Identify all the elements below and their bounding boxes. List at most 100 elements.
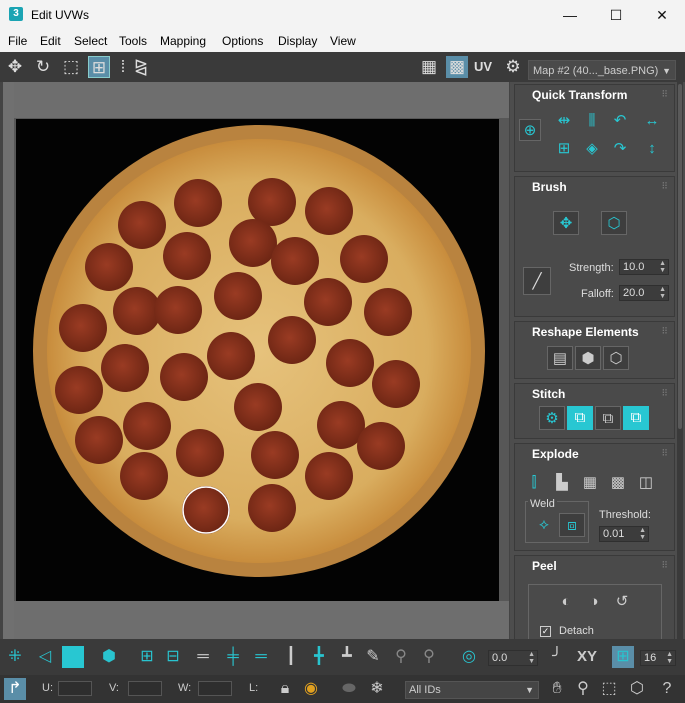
align-to-grid-icon[interactable]: ◈ <box>579 137 605 161</box>
space-horizontal-icon[interactable]: ↔ <box>639 109 665 133</box>
grip-icon: ⠿ <box>661 326 668 336</box>
menu-display[interactable]: Display <box>278 34 317 48</box>
element-mode-icon[interactable]: ⬢ <box>98 646 120 668</box>
grow-selection-icon[interactable]: ⊞ <box>136 646 158 668</box>
stitch-custom-icon[interactable]: ⚙ <box>539 406 565 430</box>
zoom-extents-icon[interactable]: ⬡ <box>626 678 648 700</box>
stitch-title[interactable]: Stitch <box>532 387 565 401</box>
break-by-polygon-icon[interactable]: ⫿ <box>521 471 547 495</box>
detach-checkbox[interactable]: ✓ <box>540 626 551 637</box>
w-field[interactable] <box>198 681 232 696</box>
u-field[interactable] <box>58 681 92 696</box>
strength-spinner[interactable]: 10.0 ▲ ▼ <box>619 259 669 275</box>
quick-peel-icon[interactable]: ◐ <box>553 590 579 614</box>
vertex-mode-icon[interactable]: ⁜ <box>4 646 26 668</box>
grid-snap-icon[interactable]: ⊞ <box>612 646 634 668</box>
weld-target-icon[interactable]: ⧈ <box>559 513 585 537</box>
pan-icon[interactable]: ✋︎ <box>546 678 568 700</box>
minimize-button[interactable]: — <box>547 0 593 30</box>
hide-icon[interactable]: ⬬ <box>338 678 360 700</box>
grid-spinner[interactable]: 16 ▲ ▼ <box>640 650 676 666</box>
ids-select[interactable]: All IDs ▼ <box>405 681 539 699</box>
space-vertical-icon[interactable]: ↕ <box>639 137 665 161</box>
shrink-selection-icon[interactable]: ⊟ <box>162 646 184 668</box>
ring-grow-icon[interactable]: ╋ <box>308 646 330 668</box>
menu-mapping[interactable]: Mapping <box>160 34 206 48</box>
xy-label[interactable]: XY <box>574 646 600 668</box>
reshape-title[interactable]: Reshape Elements <box>532 325 639 339</box>
edge-loop-icon[interactable]: ═ <box>192 646 214 668</box>
align-left-icon[interactable]: ⊞ <box>551 137 577 161</box>
threshold-spinner[interactable]: 0.01 ▲ ▼ <box>599 526 649 542</box>
align-vertical-icon[interactable]: ⫼ <box>579 109 605 133</box>
straighten-icon[interactable]: ▤ <box>547 346 573 370</box>
loop-grow-icon[interactable]: ═ <box>250 646 272 668</box>
freeze-icon[interactable]: ❄ <box>366 678 388 700</box>
checker-toggle-icon[interactable]: ▩ <box>446 56 468 78</box>
align-horizontal-icon[interactable]: ⇹ <box>551 109 577 133</box>
mirror-icon[interactable]: ⧎ <box>130 56 152 78</box>
checker-icon[interactable]: ▦ <box>418 56 440 78</box>
point-to-point-icon[interactable]: ┃ <box>280 646 302 668</box>
zoom-icon[interactable]: ⚲ <box>572 678 594 700</box>
lock-icon[interactable]: 🔒︎ <box>274 678 296 700</box>
move-icon[interactable]: ✥ <box>4 56 26 78</box>
stitch-source-icon[interactable]: ⧉ <box>623 406 649 430</box>
menu-tools[interactable]: Tools <box>119 34 147 48</box>
stitch-target-icon[interactable]: ⧉ <box>567 406 593 430</box>
falloff-curve-icon[interactable]: ╯ <box>546 646 568 668</box>
show-hidden-icon[interactable]: ◉ <box>300 678 322 700</box>
edge-ring-icon[interactable]: ╪ <box>222 646 244 668</box>
menu-view[interactable]: View <box>330 34 356 48</box>
break-by-smoothing-icon[interactable]: ▙ <box>549 471 575 495</box>
paint-select-icon[interactable]: ✎ <box>362 646 384 668</box>
align-center-icon[interactable]: ⊕ <box>519 119 541 141</box>
paint-grow-icon[interactable]: ⚲ <box>390 646 412 668</box>
ring-shrink-icon[interactable]: ┻ <box>336 646 358 668</box>
v-field[interactable] <box>128 681 162 696</box>
break-icon[interactable]: ◫ <box>633 471 659 495</box>
break-by-material-icon[interactable]: ▦ <box>577 471 603 495</box>
relax-icon[interactable]: ⬢ <box>575 346 601 370</box>
polygon-mode-icon[interactable] <box>62 646 84 668</box>
relax-brush-icon[interactable]: ⬡ <box>601 211 627 235</box>
panel-scroll-thumb[interactable] <box>678 84 682 429</box>
edge-mode-icon[interactable]: ◁ <box>34 646 56 668</box>
reset-peel-icon[interactable]: ↺ <box>609 590 635 614</box>
soft-select-icon[interactable]: ◎ <box>458 646 480 668</box>
settings-icon[interactable]: ⚙ <box>502 56 524 78</box>
uv-label[interactable]: UV <box>472 56 494 78</box>
break-by-checker-icon[interactable]: ▩ <box>605 471 631 495</box>
soft-select-spinner[interactable]: 0.0 ▲ ▼ <box>488 650 538 666</box>
stitch-average-icon[interactable]: ⧉ <box>595 406 621 430</box>
freeform-icon[interactable]: ⊞ <box>88 56 110 78</box>
peel-title[interactable]: Peel <box>532 559 557 573</box>
falloff-spinner[interactable]: 20.0 ▲ ▼ <box>619 285 669 301</box>
paint-move-icon[interactable]: ✥ <box>553 211 579 235</box>
menu-select[interactable]: Select <box>74 34 107 48</box>
menu-edit[interactable]: Edit <box>40 34 61 48</box>
peel-mode-icon[interactable]: ◑ <box>581 590 607 614</box>
weld-selected-icon[interactable]: ⟡ <box>531 513 557 537</box>
rotate-icon[interactable]: ↻ <box>32 56 54 78</box>
paint-shrink-icon[interactable]: ⚲ <box>418 646 440 668</box>
falloff-curve-icon[interactable]: ╱ <box>523 267 551 295</box>
map-select[interactable]: Map #2 (40..._base.PNG) ▼ <box>528 60 676 80</box>
texture-canvas[interactable] <box>16 119 499 601</box>
rotate-cw-icon[interactable]: ↷ <box>607 137 633 161</box>
relax-settings-icon[interactable]: ⬡ <box>603 346 629 370</box>
explode-title[interactable]: Explode <box>532 447 579 461</box>
quick-transform-title[interactable]: Quick Transform <box>532 88 627 102</box>
menu-bar: File Edit Select Tools Mapping Options D… <box>0 30 685 53</box>
rotate-ccw-icon[interactable]: ↶ <box>607 109 633 133</box>
scale-icon[interactable]: ⬚ <box>60 56 82 78</box>
maximize-button[interactable]: ☐ <box>593 0 639 30</box>
absolute-offset-icon[interactable]: ↱ <box>4 678 26 700</box>
brush-title[interactable]: Brush <box>532 180 567 194</box>
close-button[interactable]: ✕ <box>639 0 685 30</box>
menu-options[interactable]: Options <box>222 34 263 48</box>
help-icon[interactable]: ? <box>656 678 678 700</box>
spinner-arrows-icon: ▲ ▼ <box>659 260 666 274</box>
menu-file[interactable]: File <box>8 34 27 48</box>
zoom-region-icon[interactable]: ⬚ <box>598 678 620 700</box>
